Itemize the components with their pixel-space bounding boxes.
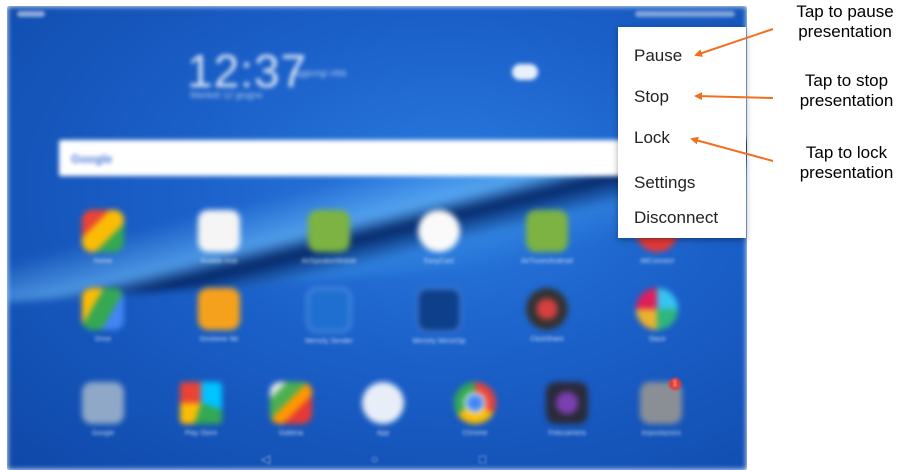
home-nav-icon[interactable]: ○: [371, 452, 378, 466]
chrome-icon: [454, 382, 496, 424]
app-home[interactable]: Home: [73, 210, 133, 265]
google-search-bar[interactable]: [59, 140, 699, 176]
app-app-drawer[interactable]: App: [353, 382, 413, 437]
app-drawer-icon: [362, 382, 404, 424]
status-left-icons: [17, 11, 45, 17]
menu-item-stop[interactable]: Stop: [634, 87, 669, 107]
app-mirrorly-mirrorop[interactable]: Mirrorly MirrorOp: [409, 288, 469, 345]
folder-icon: [82, 382, 124, 424]
back-icon[interactable]: ◁: [261, 452, 270, 466]
menu-item-disconnect[interactable]: Disconnect: [634, 208, 718, 228]
play-icon: [418, 210, 460, 252]
menu-item-settings[interactable]: Settings: [634, 173, 695, 193]
android-icon: [526, 210, 568, 252]
app-airtunesandroid[interactable]: AirTunesAndroid: [517, 210, 577, 265]
google-logo: Google: [71, 152, 113, 166]
annotation-lock: Tap to lock presentation: [799, 143, 894, 182]
app-slack[interactable]: Slack: [627, 288, 687, 343]
app-play-store[interactable]: Play Store: [171, 382, 231, 437]
android-icon: [308, 210, 350, 252]
app-galleria[interactable]: Galleria: [261, 382, 321, 437]
app-clickshare[interactable]: ClickShare: [517, 288, 577, 343]
add-city-link[interactable]: Aggiungi città: [292, 68, 346, 78]
drive-icon: [82, 288, 124, 330]
keypad-icon: [198, 210, 240, 252]
mirror-icon: [307, 288, 351, 332]
annotation-pause: Tap to pause presentation: [796, 2, 894, 41]
home-icon: [82, 210, 124, 252]
recents-icon[interactable]: □: [479, 452, 486, 466]
clickshare-icon: [526, 288, 568, 330]
annotation-stop: Tap to stop presentation: [799, 71, 894, 110]
app-drive[interactable]: Drive: [73, 288, 133, 343]
gallery-icon: [270, 382, 312, 424]
app-airspeakermobile[interactable]: AirSpeakerMobile: [299, 210, 359, 265]
camera-icon: [546, 382, 588, 424]
file-manager-icon: [198, 288, 240, 330]
weather-cloud-icon[interactable]: [512, 64, 538, 80]
status-bar: [7, 6, 747, 24]
app-huddle-hub[interactable]: Huddle Hub: [189, 210, 249, 265]
app-impostazioni[interactable]: Impostazioni 1: [631, 378, 691, 437]
menu-item-pause[interactable]: Pause: [634, 46, 682, 66]
clock-date: Martedì 12 giugno: [190, 90, 263, 100]
menu-item-lock[interactable]: Lock: [634, 128, 670, 148]
app-google-folder[interactable]: Google: [73, 382, 133, 437]
app-chrome[interactable]: Chrome: [445, 382, 505, 437]
navigation-bar: ◁ ○ □: [7, 448, 747, 470]
app-mirrorly-sender[interactable]: Mirrorly Sender: [299, 288, 359, 345]
app-gestione-file[interactable]: Gestione file: [189, 288, 249, 343]
presentation-menu: Pause Stop Lock Settings Disconnect: [618, 27, 746, 238]
app-easycast[interactable]: EasyCast: [409, 210, 469, 265]
notification-badge: 1: [669, 378, 681, 390]
app-fotocamera[interactable]: Fotocamera: [537, 382, 597, 437]
play-store-icon: [180, 382, 222, 424]
status-right-icons: [635, 11, 735, 17]
mirror-icon: [417, 288, 461, 332]
slack-icon: [636, 288, 678, 330]
